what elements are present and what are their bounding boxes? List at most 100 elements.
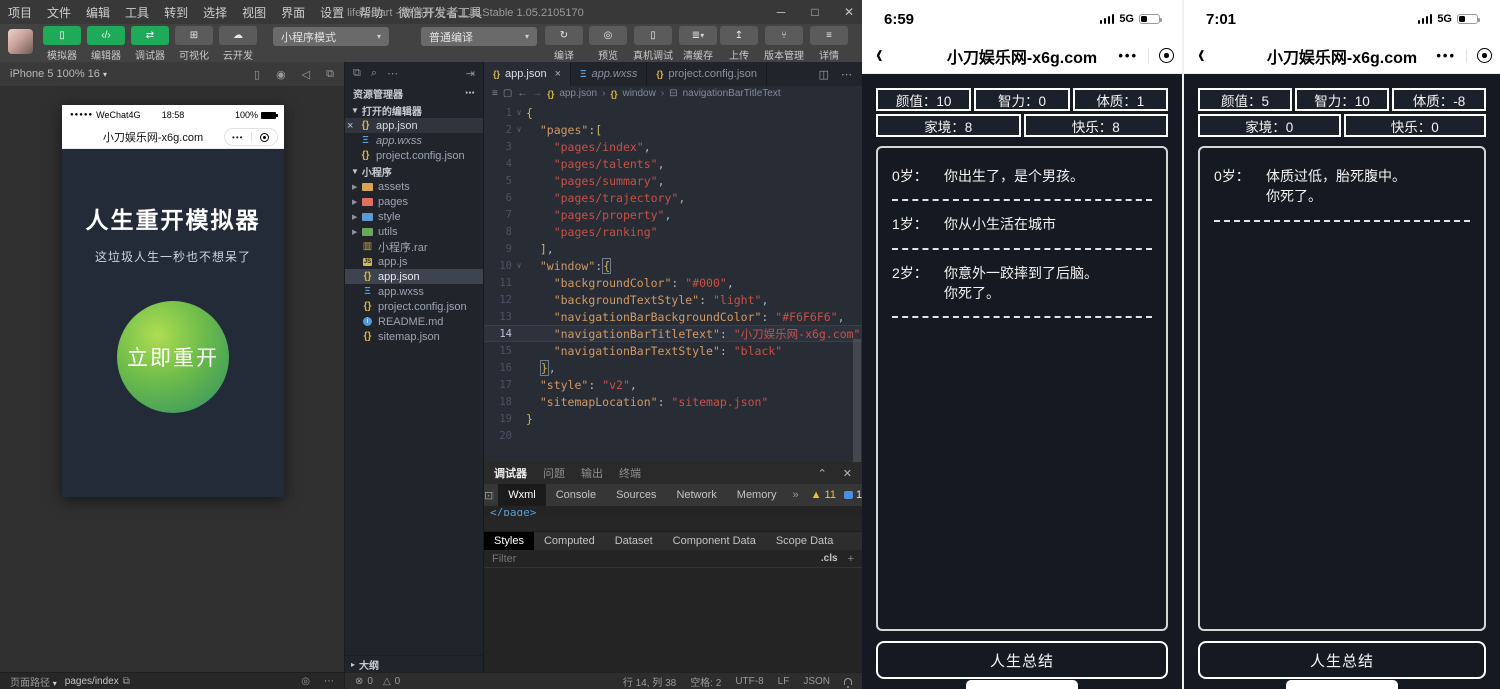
debug-tab-问题[interactable]: 问题 [543, 465, 565, 481]
menu-item-2[interactable]: 文件 [47, 4, 71, 21]
cursor-position[interactable]: 行 14, 列 38 [623, 674, 676, 689]
exit-target-button[interactable] [1477, 48, 1492, 63]
styles-tab-styles[interactable]: Styles [484, 532, 534, 550]
styles-tab-component-data[interactable]: Component Data [663, 532, 766, 550]
editor-tab-app-json[interactable]: {}app.json× [484, 62, 571, 86]
folder-item[interactable]: ▶pages [345, 194, 483, 209]
bell-icon[interactable] [844, 678, 852, 685]
close-tab-icon[interactable]: × [555, 68, 561, 80]
menu-item-9[interactable]: 设置 [320, 4, 344, 21]
styles-tab-dataset[interactable]: Dataset [605, 532, 663, 550]
file-item[interactable]: {}project.config.json [345, 299, 483, 314]
folder-item[interactable]: ▶style [345, 209, 483, 224]
folder-item[interactable]: ▶assets [345, 179, 483, 194]
encoding-setting[interactable]: UTF-8 [735, 676, 763, 687]
inspect-element-icon[interactable]: ⊡ [484, 489, 494, 502]
breadcrumb-file[interactable]: app.json [559, 88, 597, 99]
devtools-tab-sources[interactable]: Sources [606, 484, 666, 506]
maximize-button[interactable]: □ [808, 5, 822, 19]
debug-tab-终端[interactable]: 终端 [619, 465, 641, 481]
open-editors-section[interactable]: ▼ 打开的编辑器 [345, 102, 483, 118]
sound-icon[interactable]: ◁ [302, 68, 310, 81]
detach-window-icon[interactable]: ⧉ [326, 68, 334, 81]
menu-icon[interactable]: ≡ [492, 88, 498, 99]
more-actions-icon[interactable]: ⋯ [841, 68, 852, 81]
more-icon[interactable]: ⋯ [387, 67, 398, 80]
devtools-tab-network[interactable]: Network [666, 484, 726, 506]
fold-icon[interactable]: ∨ [512, 261, 526, 270]
file-item[interactable]: JSapp.js [345, 254, 483, 269]
warning-badge[interactable]: ▲ 11 [811, 489, 836, 501]
fold-icon[interactable]: ∨ [512, 125, 526, 134]
debugger-button[interactable]: ⇄调试器 [131, 26, 169, 62]
close-panel-icon[interactable]: ✕ [843, 467, 852, 480]
compile-mode-select[interactable]: 普通编译 ▾ [421, 27, 537, 46]
menu-item-1[interactable]: 项目 [8, 4, 32, 21]
minimize-button[interactable]: ─ [774, 5, 788, 19]
collapse-sidebar-icon[interactable]: ⇥ [466, 67, 475, 80]
indent-setting[interactable]: 空格: 2 [690, 674, 721, 689]
split-editor-icon[interactable]: ◫ [819, 68, 829, 81]
mode-select[interactable]: 小程序模式 ▾ [273, 27, 389, 46]
devtools-tab-console[interactable]: Console [546, 484, 606, 506]
file-item[interactable]: {}app.json [345, 269, 483, 284]
styles-tab-scope-data[interactable]: Scope Data [766, 532, 843, 550]
breadcrumb-node[interactable]: window [622, 88, 655, 99]
file-item[interactable]: ▥小程序.rar [345, 239, 483, 254]
visualize-button[interactable]: ⊞可视化 [175, 26, 213, 62]
editor-scrollbar[interactable] [853, 339, 861, 462]
close-button[interactable]: ✕ [842, 5, 856, 19]
menu-item-7[interactable]: 视图 [242, 4, 266, 21]
more-options-icon[interactable]: ⋯ [324, 676, 334, 687]
menu-item-5[interactable]: 转到 [164, 4, 188, 21]
add-style-icon[interactable]: + [848, 553, 854, 565]
eol-setting[interactable]: LF [778, 676, 790, 687]
files-icon[interactable]: ⧉ [353, 67, 361, 80]
editor-tab-app-wxss[interactable]: Ξapp.wxss [571, 62, 647, 86]
eye-icon[interactable]: ◎ [301, 676, 310, 687]
language-mode[interactable]: JSON [803, 676, 830, 687]
life-summary-button[interactable]: 人生总结 [876, 641, 1168, 679]
explorer-more-icon[interactable]: ⋯ [465, 88, 475, 99]
editor-button[interactable]: ‹/›编辑器 [87, 26, 125, 62]
restart-now-button[interactable]: 立即重开 [117, 301, 229, 413]
more-icon[interactable]: ••• [225, 133, 251, 142]
file-item[interactable]: Ξapp.wxss [345, 284, 483, 299]
version-control-button[interactable]: ⑂版本管理 [764, 26, 804, 62]
menu-item-8[interactable]: 界面 [281, 4, 305, 21]
file-item[interactable]: {}sitemap.json [345, 329, 483, 344]
more-button[interactable]: ••• [1118, 48, 1138, 63]
more-tabs-icon[interactable]: » [787, 489, 805, 501]
device-select[interactable]: iPhone 5 100% 16 ▾ [10, 68, 107, 80]
rotate-device-icon[interactable]: ▯ [254, 68, 260, 81]
back-arrow-icon[interactable]: ← [517, 88, 527, 99]
forward-arrow-icon[interactable]: → [532, 88, 542, 99]
styles-tab-computed[interactable]: Computed [534, 532, 605, 550]
debug-tab-调试器[interactable]: 调试器 [494, 465, 527, 481]
problems-indicator[interactable]: ⊗0 △0 [355, 676, 400, 687]
message-badge[interactable]: 1 [844, 489, 862, 501]
devtools-tab-memory[interactable]: Memory [727, 484, 787, 506]
menu-item-6[interactable]: 选择 [203, 4, 227, 21]
bookmark-icon[interactable]: ▢ [503, 88, 512, 99]
user-avatar[interactable] [8, 29, 33, 54]
close-icon[interactable]: × [347, 120, 357, 132]
back-button[interactable]: ‹ [862, 39, 897, 71]
simulator-button[interactable]: ▯模拟器 [43, 26, 81, 62]
exit-target-icon[interactable] [252, 133, 278, 142]
life-summary-button[interactable]: 人生总结 [1198, 641, 1486, 679]
devtools-tab-wxml[interactable]: Wxml [498, 484, 546, 506]
more-button[interactable]: ••• [1436, 48, 1456, 63]
device-debug-button[interactable]: ▯真机调试 [633, 26, 673, 62]
record-icon[interactable]: ◉ [276, 68, 286, 81]
editor-tab-project-config-json[interactable]: {}project.config.json [647, 62, 767, 86]
back-button[interactable]: ‹ [1184, 39, 1219, 71]
open-editor-item[interactable]: ×{}app.json [345, 118, 483, 133]
debug-tab-输出[interactable]: 输出 [581, 465, 603, 481]
file-item[interactable]: iREADME.md [345, 314, 483, 329]
menu-item-4[interactable]: 工具 [125, 4, 149, 21]
folder-item[interactable]: ▶utils [345, 224, 483, 239]
collapse-panel-icon[interactable]: ⌃ [818, 467, 827, 480]
exit-target-button[interactable] [1159, 48, 1174, 63]
compile-button[interactable]: ↻编译 [545, 26, 583, 62]
